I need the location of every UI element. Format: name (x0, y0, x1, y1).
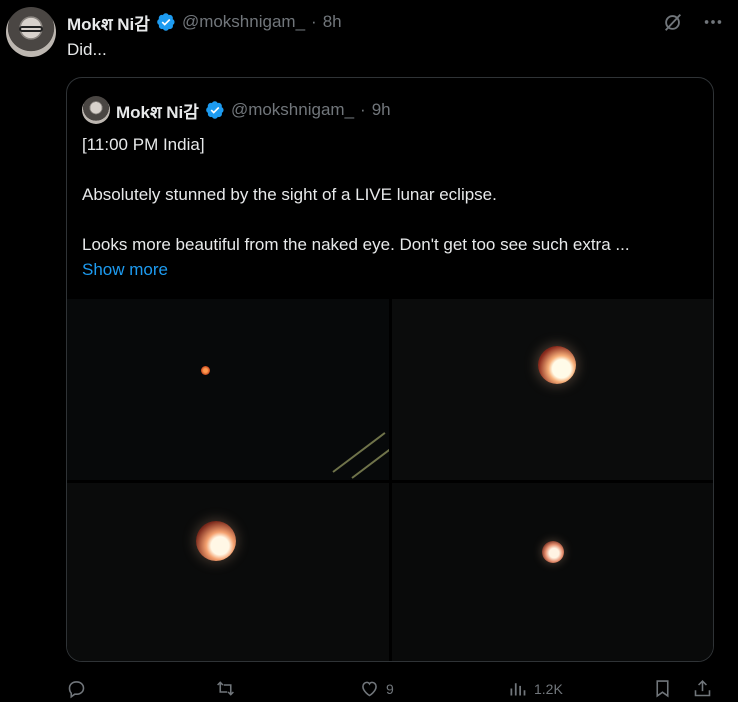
quoted-tweet-text: [11:00 PM India] Absolutely stunned by t… (82, 132, 702, 282)
moon-image (201, 366, 210, 375)
eclipse-photo-3[interactable] (67, 483, 389, 661)
tweet-text: Did... (67, 40, 107, 59)
quoted-author-handle: @mokshnigam_ (230, 100, 355, 119)
author-handle[interactable]: @mokshnigam_ (182, 12, 305, 32)
quoted-line: Absolutely stunned by the sight of a LIV… (82, 185, 497, 204)
tweet-top-actions (662, 11, 724, 33)
retweet-icon (217, 681, 234, 696)
tweet-action-bar: 9 1.2K (66, 678, 726, 702)
show-more-link[interactable]: Show more (82, 257, 702, 282)
grok-icon[interactable] (662, 11, 684, 33)
like-icon (362, 681, 377, 697)
views-button[interactable]: 1.2K (507, 678, 563, 699)
more-icon[interactable] (702, 11, 724, 33)
quoted-tweet[interactable]: Mokश Ni감 @mokshnigam_ · 9h [11:00 PM Ind… (66, 77, 714, 662)
quoted-tweet-time: 9h (371, 100, 391, 119)
tweet-header: Mokश Ni감 @mokshnigam_ · 8h (67, 10, 342, 34)
retweet-button[interactable] (215, 678, 242, 699)
media-grid (67, 299, 713, 661)
separator-dot: · (311, 12, 317, 31)
eclipse-photo-2[interactable] (392, 299, 713, 480)
tweet-time[interactable]: 8h (323, 12, 342, 32)
quoted-line: [11:00 PM India] (82, 135, 205, 154)
separator-dot: · (360, 100, 366, 119)
quoted-tweet-header: Mokश Ni감 @mokshnigam_ · 9h (82, 96, 391, 124)
moon-image (196, 521, 236, 561)
view-count: 1.2K (534, 680, 563, 697)
avatar-glasses (19, 26, 43, 32)
avatar[interactable] (6, 7, 56, 57)
share-button[interactable] (692, 678, 713, 699)
share-icon (694, 679, 711, 697)
quoted-avatar (82, 96, 110, 124)
reply-icon (68, 681, 85, 699)
bookmark-button[interactable] (652, 678, 673, 699)
bookmark-icon (656, 680, 669, 698)
eclipse-photo-4[interactable] (392, 483, 713, 661)
moon-image (542, 541, 564, 563)
like-count: 9 (386, 680, 394, 697)
moon-image (538, 346, 576, 384)
quoted-line: Looks more beautiful from the naked eye.… (82, 235, 630, 254)
author-name[interactable]: Mokश Ni감 (67, 10, 150, 35)
verified-icon (157, 13, 175, 31)
quoted-author-name: Mokश Ni감 (116, 102, 199, 122)
light-streak (332, 432, 386, 473)
like-button[interactable]: 9 (359, 678, 394, 699)
views-icon (510, 683, 526, 696)
reply-button[interactable] (66, 678, 93, 699)
eclipse-photo-1[interactable] (67, 299, 389, 480)
verified-icon (206, 101, 224, 119)
